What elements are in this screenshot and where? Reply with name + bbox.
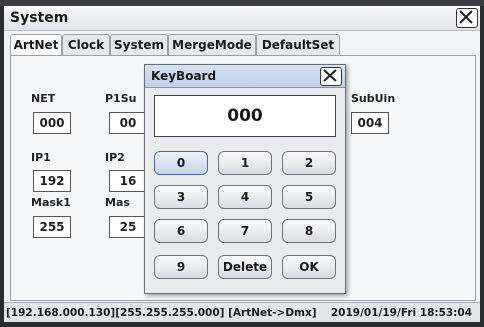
ip1-field[interactable]: 192 [33,170,71,192]
title-bar: System [4,6,480,31]
key-3[interactable]: 3 [154,185,208,209]
key-9[interactable]: 9 [154,255,208,279]
ip2-label: IP2 [105,151,125,164]
keyboard-display: 000 [154,95,336,137]
subuin-label: SubUin [351,92,396,105]
delete-key[interactable]: Delete [218,255,272,279]
tab-system[interactable]: System [110,34,168,55]
window-title: System [10,10,69,26]
mask2-label: Mas [105,196,130,209]
key-8[interactable]: 8 [282,219,336,243]
p1sub-field[interactable]: 00 [109,112,147,134]
close-icon [459,10,473,24]
keyboard-title: KeyBoard [151,69,217,83]
p1sub-label: P1Su [105,92,137,105]
status-network-info: [192.168.000.130][255.255.255.000] [ArtN… [6,307,317,319]
tab-clock[interactable]: Clock [62,34,110,55]
mask1-label: Mask1 [31,196,71,209]
ip2-field[interactable]: 16 [109,170,147,192]
key-2[interactable]: 2 [282,151,336,175]
close-button[interactable] [456,8,478,28]
close-icon [323,69,337,82]
key-7[interactable]: 7 [218,219,272,243]
mask2-field[interactable]: 25 [109,216,147,238]
ip1-label: IP1 [31,151,51,164]
mask1-field[interactable]: 255 [33,216,71,238]
subuin-field[interactable]: 004 [351,112,389,134]
key-6[interactable]: 6 [154,219,208,243]
keyboard-dialog: KeyBoard 000 0 1 2 3 4 5 6 7 8 9 Delete … [144,64,346,294]
tab-defaultset[interactable]: DefaultSet [256,34,340,55]
tab-artnet[interactable]: ArtNet [10,34,62,57]
status-bar: [192.168.000.130][255.255.255.000] [ArtN… [4,302,480,322]
keyboard-close-button[interactable] [320,67,342,86]
net-label: NET [31,92,56,105]
touch-screen: System ArtNet Clock System MergeMode Def… [4,6,480,322]
ok-key[interactable]: OK [282,255,336,279]
key-0[interactable]: 0 [154,151,208,175]
keyboard-title-bar: KeyBoard [145,65,345,88]
status-datetime: 2019/01/19/Fri 18:53:04 [330,307,472,319]
key-5[interactable]: 5 [282,185,336,209]
key-4[interactable]: 4 [218,185,272,209]
tab-mergemode[interactable]: MergeMode [168,34,256,55]
key-1[interactable]: 1 [218,151,272,175]
net-field[interactable]: 000 [33,112,71,134]
